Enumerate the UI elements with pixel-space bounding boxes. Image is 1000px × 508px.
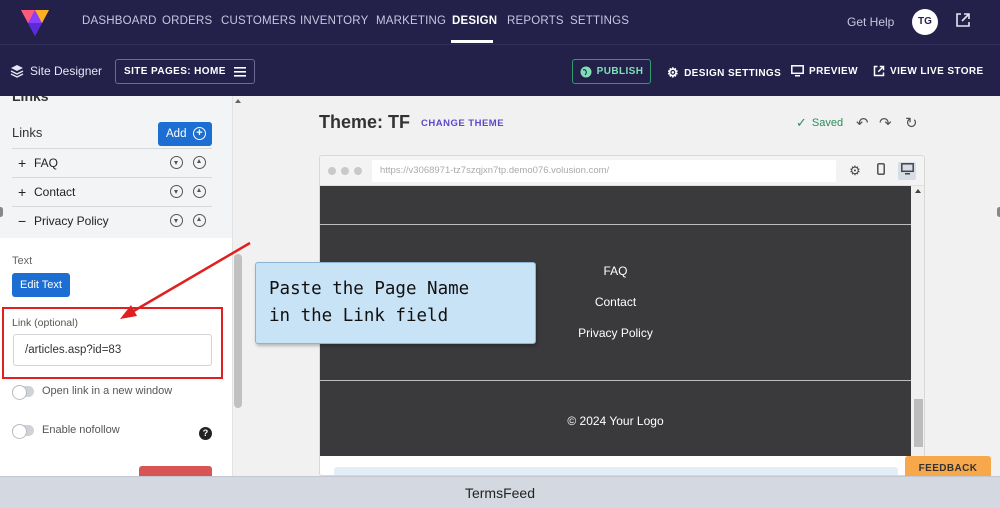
instruction-callout: Paste the Page Name in the Link field [255, 262, 536, 344]
watermark-band: TermsFeed [0, 476, 1000, 508]
callout-line-1: Paste the Page Name [269, 279, 470, 299]
watermark-text: TermsFeed [464, 485, 536, 501]
callout-line-2: in the Link field [269, 306, 449, 326]
annotation-arrow [120, 241, 251, 319]
